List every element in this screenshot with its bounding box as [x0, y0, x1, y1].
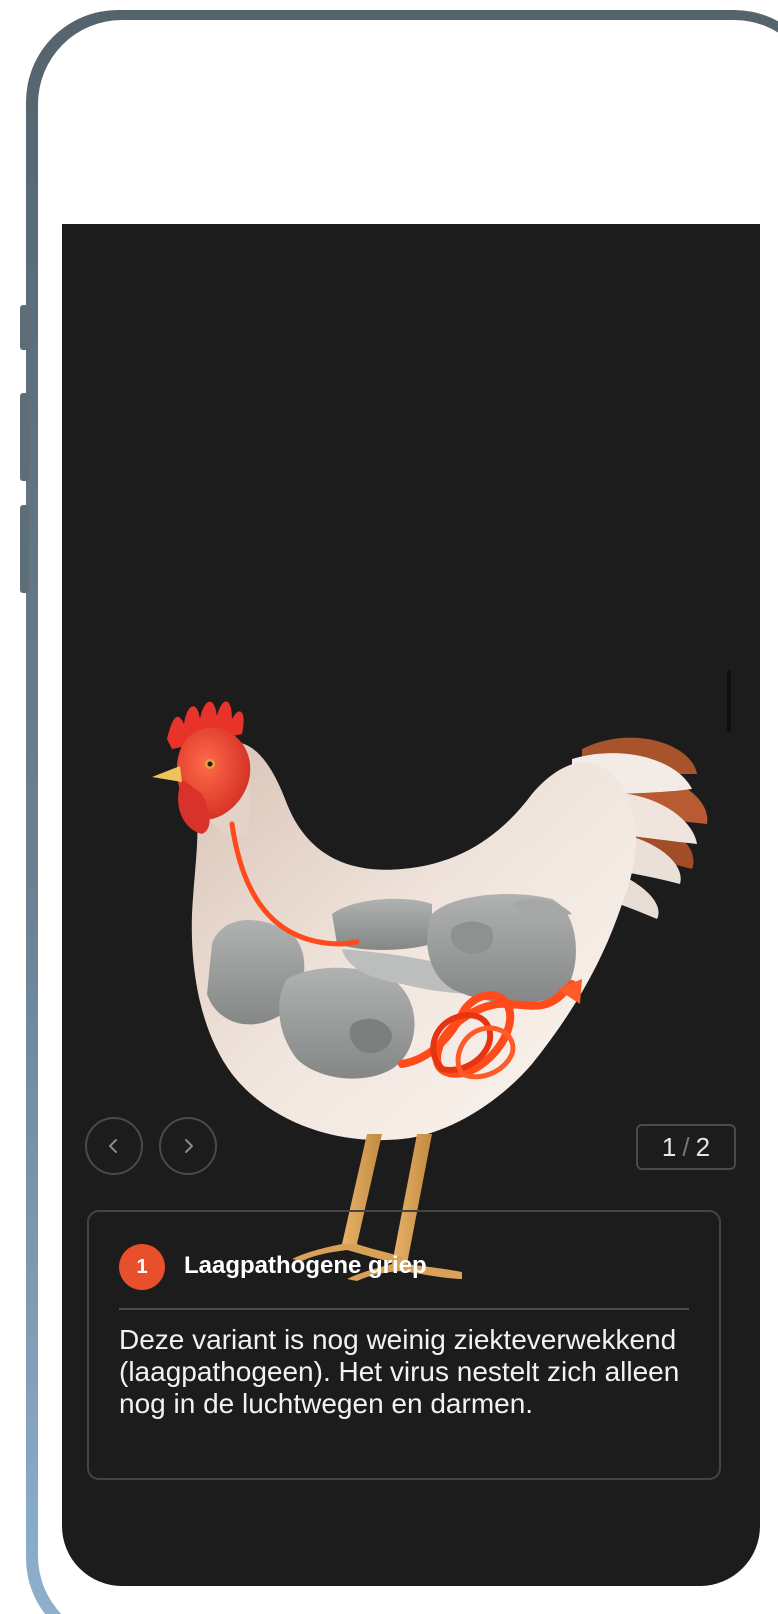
volume-down-button: [20, 505, 29, 593]
mute-switch: [20, 305, 29, 350]
total-slide-count: 2: [695, 1131, 711, 1162]
slide-counter: 1 / 2: [636, 1124, 736, 1170]
current-slide-number: 1: [661, 1131, 677, 1162]
step-number-badge: 1: [119, 1244, 165, 1290]
next-slide-button[interactable]: [159, 1117, 217, 1175]
chicken-illustration: [152, 701, 708, 1281]
scroll-indicator[interactable]: [727, 670, 731, 732]
chevron-left-icon: [109, 1139, 117, 1153]
chevron-right-icon: [185, 1139, 193, 1153]
card-title: Laagpathogene griep: [184, 1252, 427, 1279]
volume-up-button: [20, 393, 29, 481]
info-card: 1 Laagpathogene griep Deze variant is no…: [87, 1210, 721, 1480]
app-screen: 1 / 2 1 Laagpathogene griep Deze variant…: [62, 224, 760, 1586]
previous-slide-button[interactable]: [85, 1117, 143, 1175]
card-description: Deze variant is nog weinig ziekteverwekk…: [119, 1324, 680, 1419]
stage: 1 / 2 1 Laagpathogene griep Deze variant…: [0, 0, 778, 1614]
card-divider: [119, 1308, 689, 1310]
slide-counter-separator: /: [682, 1131, 690, 1162]
